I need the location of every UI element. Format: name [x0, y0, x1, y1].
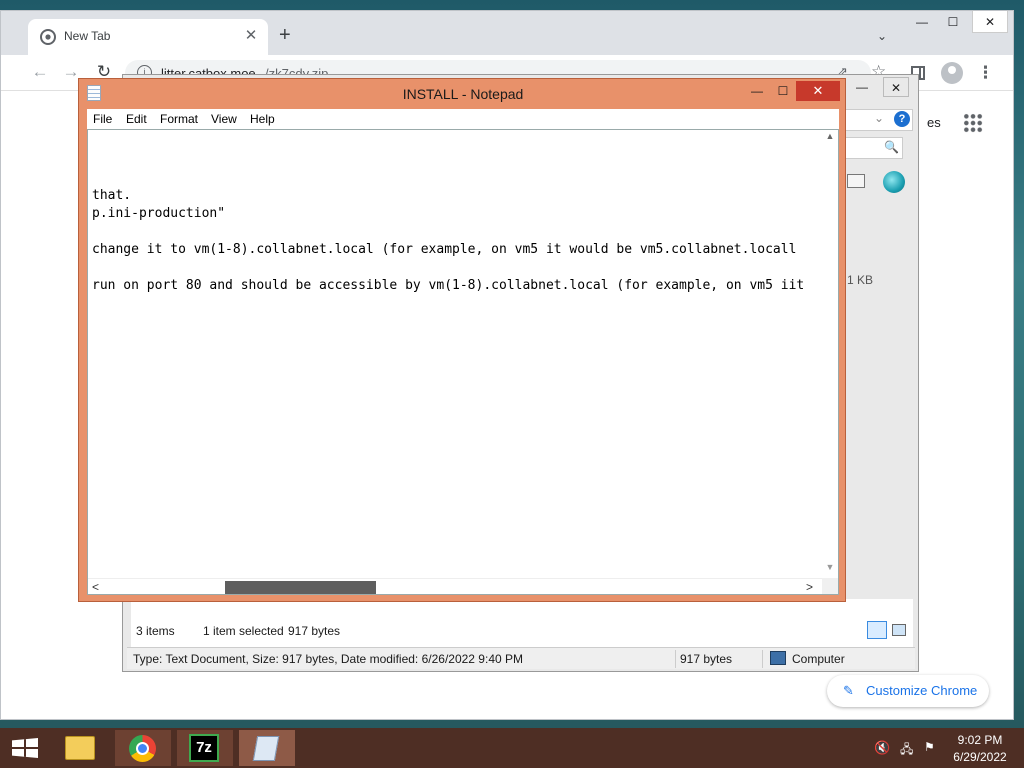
action-center-flag-icon[interactable]: ⚑: [924, 740, 935, 754]
menu-help[interactable]: Help: [250, 112, 275, 126]
taskbar: 7z 🔇 🖧 ⚑ 9:02 PM 6/29/2022: [0, 728, 1024, 768]
taskbar-notepad[interactable]: [239, 730, 295, 766]
seven-zip-icon: 7z: [189, 734, 219, 762]
notepad-close-button[interactable]: ✕: [796, 81, 840, 101]
network-icon[interactable]: 🖧: [900, 740, 913, 761]
status-location: Computer: [792, 652, 845, 666]
start-button[interactable]: [0, 728, 48, 768]
status-divider: [762, 650, 763, 668]
file-size-cell: 1 KB: [847, 273, 874, 287]
scroll-left-icon[interactable]: <: [92, 580, 99, 594]
notepad-text-area[interactable]: that. p.ini-production" change it to vm(1…: [87, 129, 839, 595]
text-line: run on port 80 and should be accessible …: [92, 278, 805, 293]
tab-close-icon[interactable]: ✕: [242, 26, 260, 44]
customize-chrome-button[interactable]: ✎ Customize Chrome: [827, 675, 989, 707]
text-line: change it to vm(1-8).collabnet.local (fo…: [92, 242, 797, 257]
notepad-minimize-button[interactable]: —: [745, 81, 769, 101]
horizontal-scroll-thumb[interactable]: [225, 581, 376, 594]
notepad-title: INSTALL - Notepad: [402, 86, 524, 102]
item-count: 3 items: [136, 624, 175, 638]
pencil-icon: ✎: [843, 683, 854, 698]
apps-grid-icon[interactable]: [963, 113, 983, 133]
help-icon[interactable]: ?: [894, 111, 910, 127]
chevron-down-icon: ⌄: [874, 111, 885, 125]
tab-search-icon[interactable]: ⌄: [877, 29, 887, 43]
chrome-maximize-button[interactable]: ☐: [936, 11, 970, 33]
scroll-up-icon[interactable]: ▲: [822, 131, 838, 141]
profile-avatar-icon[interactable]: [941, 62, 963, 84]
vertical-scrollbar[interactable]: ▲ ▼: [822, 130, 838, 578]
horizontal-scrollbar[interactable]: < >: [88, 578, 822, 594]
computer-icon: [770, 651, 786, 665]
menu-format[interactable]: Format: [160, 112, 198, 126]
page-partial-text: es: [927, 115, 941, 130]
clock-time[interactable]: 9:02 PM: [954, 733, 1006, 747]
scrollbar-corner: [822, 578, 838, 594]
windows-logo-icon: [12, 738, 38, 758]
taskbar-chrome[interactable]: [115, 730, 171, 766]
new-tab-button[interactable]: +: [279, 25, 291, 45]
notepad-window: INSTALL - Notepad — ☐ ✕ File Edit Format…: [78, 78, 846, 602]
view-mode-icon[interactable]: [847, 174, 865, 188]
tab-new-tab[interactable]: New Tab ✕: [28, 19, 268, 55]
status-bar: Type: Text Document, Size: 917 bytes, Da…: [127, 647, 915, 669]
taskbar-file-explorer[interactable]: [53, 730, 109, 766]
sevenzip-minimize-button[interactable]: —: [849, 77, 875, 97]
folder-icon: [65, 736, 95, 760]
globe-icon[interactable]: [883, 171, 905, 193]
clock-date[interactable]: 6/29/2022: [948, 750, 1012, 764]
customize-chrome-label: Customize Chrome: [866, 683, 978, 698]
status-type-info: Type: Text Document, Size: 917 bytes, Da…: [133, 652, 523, 666]
notepad-menubar: File Edit Format View Help: [87, 109, 839, 129]
tab-title: New Tab: [64, 29, 111, 43]
menu-file[interactable]: File: [93, 112, 112, 126]
text-line: [92, 223, 820, 241]
text-line: [92, 169, 820, 187]
chrome-close-button[interactable]: ✕: [972, 11, 1008, 33]
file-list-area[interactable]: [131, 599, 913, 647]
chrome-minimize-button[interactable]: —: [905, 11, 939, 33]
search-icon: 🔍: [884, 140, 899, 154]
menu-view[interactable]: View: [211, 112, 237, 126]
chrome-icon: [129, 735, 156, 762]
sevenzip-close-button[interactable]: ✕: [883, 77, 909, 97]
status-size: 917 bytes: [680, 652, 733, 666]
text-line: that.: [92, 188, 132, 203]
scroll-down-icon[interactable]: ▼: [822, 562, 838, 572]
notepad-maximize-button[interactable]: ☐: [771, 81, 795, 101]
selection-size: 917 bytes: [288, 624, 341, 638]
scroll-right-icon[interactable]: >: [806, 580, 813, 594]
menu-edit[interactable]: Edit: [126, 112, 147, 126]
back-icon[interactable]: ←: [27, 59, 53, 85]
text-line: [92, 259, 820, 277]
status-divider: [675, 650, 676, 668]
text-line: p.ini-production": [92, 206, 226, 221]
notepad-text-content[interactable]: that. p.ini-production" change it to vm(1…: [92, 169, 820, 589]
chrome-favicon-icon: [40, 29, 56, 45]
volume-muted-icon[interactable]: 🔇: [874, 740, 890, 756]
preview-view-icon[interactable]: [892, 624, 906, 636]
details-view-icon[interactable]: [867, 621, 887, 639]
chrome-menu-icon[interactable]: ⋮: [977, 63, 994, 83]
notepad-icon: [252, 736, 280, 761]
selection-count: 1 item selected: [203, 624, 284, 638]
taskbar-7zip[interactable]: 7z: [177, 730, 233, 766]
